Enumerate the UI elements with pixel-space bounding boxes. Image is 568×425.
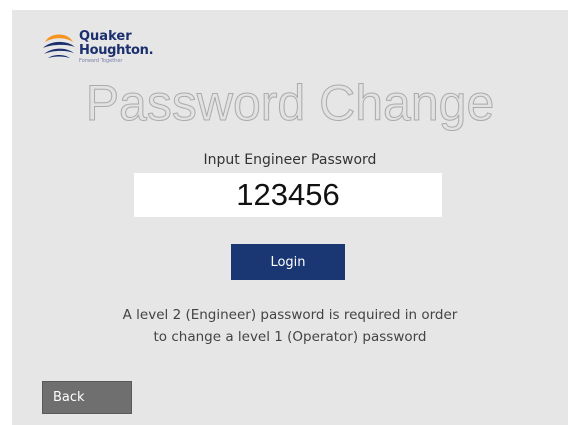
logo-tagline: Forward Together: [79, 58, 123, 64]
company-logo: Quaker Houghton. Forward Together: [42, 28, 154, 64]
password-change-screen: Quaker Houghton. Forward Together Passwo…: [12, 10, 568, 425]
logo-name-line1: Quaker: [79, 29, 132, 44]
logo-text: Quaker Houghton. Forward Together: [79, 29, 154, 64]
page-title: Password Change: [85, 75, 495, 131]
logo-name-line2: Houghton.: [79, 43, 154, 58]
quaker-houghton-logo-icon: [43, 34, 75, 58]
engineer-password-input[interactable]: [134, 173, 442, 217]
password-prompt-label: Input Engineer Password: [203, 152, 377, 168]
password-requirement-line2: to change a level 1 (Operator) password: [153, 329, 427, 345]
back-button[interactable]: Back: [42, 381, 132, 414]
password-requirement-note: A level 2 (Engineer) password is require…: [12, 304, 568, 348]
login-button[interactable]: Login: [231, 244, 345, 280]
password-requirement-line1: A level 2 (Engineer) password is require…: [122, 307, 458, 323]
